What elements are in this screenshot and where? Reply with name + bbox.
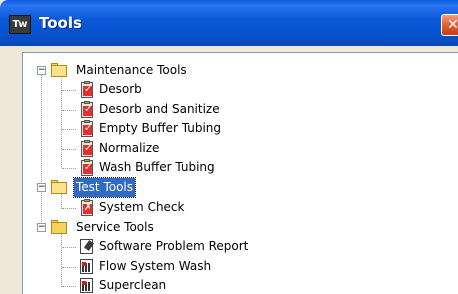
tree-item-empty-buffer-tubing[interactable]: Empty Buffer Tubing [97,119,223,138]
tree-connector [62,90,76,91]
checklist-icon: ✓ [79,159,95,177]
tree-connector [62,247,76,248]
tree-item-label: Empty Buffer Tubing [99,121,222,135]
folder-open-icon [51,63,69,78]
tree-item-label: Superclean [99,278,167,292]
tree-connector [62,168,76,169]
tree-branch-line-test [61,193,62,209]
checklist-icon: ✓ [79,120,95,138]
tree-panel: − Maintenance Tools ✓ Desorb ✓ Desorb an… [22,52,458,294]
service-icon [79,278,95,294]
tree-root-line [41,70,42,226]
tree-item-superclean[interactable]: Superclean [97,276,168,294]
tree-group-maintenance-tools[interactable]: Maintenance Tools [74,61,189,80]
tree-item-wash-buffer-tubing[interactable]: Wash Buffer Tubing [97,158,217,177]
tree-branch-line-service [61,232,62,287]
expander-maintenance-tools[interactable]: − [37,66,46,75]
service-icon [79,259,95,275]
tree-connector [62,149,76,150]
tree-item-normalize[interactable]: Normalize [97,139,161,158]
tree-connector [62,286,76,287]
tree-connector [62,208,76,209]
tree-group-test-tools[interactable]: Test Tools [72,177,137,198]
tree-group-service-tools[interactable]: Service Tools [74,218,156,237]
checklist-icon: ✓ [79,81,95,99]
title-bar[interactable]: Tw Tools ✕ [0,0,458,46]
tree-item-label: Wash Buffer Tubing [99,160,215,174]
tree-group-label: Test Tools [72,177,137,198]
tree-branch-line-maintenance [61,75,62,167]
tree-item-label: Desorb [99,82,142,96]
tree-item-label: Normalize [99,141,160,155]
checklist-icon: ✓ [79,101,95,119]
tree-item-label: Desorb and Sanitize [99,102,220,116]
tree-group-label: Maintenance Tools [76,63,187,77]
expander-test-tools[interactable]: − [37,183,46,192]
folder-open-icon [51,180,69,195]
app-icon: Tw [9,15,31,34]
checklist-icon: ✓ [79,140,95,158]
tree-item-label: Software Problem Report [99,239,249,253]
checklist-icon: ✗ [79,199,95,217]
folder-icon [51,220,69,235]
window-title: Tools [39,14,82,32]
tree-item-desorb[interactable]: Desorb [97,80,144,99]
close-button[interactable]: ✕ [441,14,458,36]
tree-connector [62,129,76,130]
report-icon [79,239,95,255]
tree-item-label: System Check [99,200,185,214]
tree-item-system-check[interactable]: System Check [97,198,186,217]
tree-item-flow-system-wash[interactable]: Flow System Wash [97,257,213,276]
expander-service-tools[interactable]: − [37,223,46,232]
window-body: − Maintenance Tools ✓ Desorb ✓ Desorb an… [0,46,458,294]
tree-group-label: Service Tools [76,220,154,234]
tree-item-desorb-and-sanitize[interactable]: Desorb and Sanitize [97,100,222,119]
tree-item-label: Flow System Wash [99,259,212,273]
tools-tree: − Maintenance Tools ✓ Desorb ✓ Desorb an… [23,53,458,294]
tree-connector [62,267,76,268]
tree-item-software-problem-report[interactable]: Software Problem Report [97,237,250,256]
tree-connector [62,110,76,111]
